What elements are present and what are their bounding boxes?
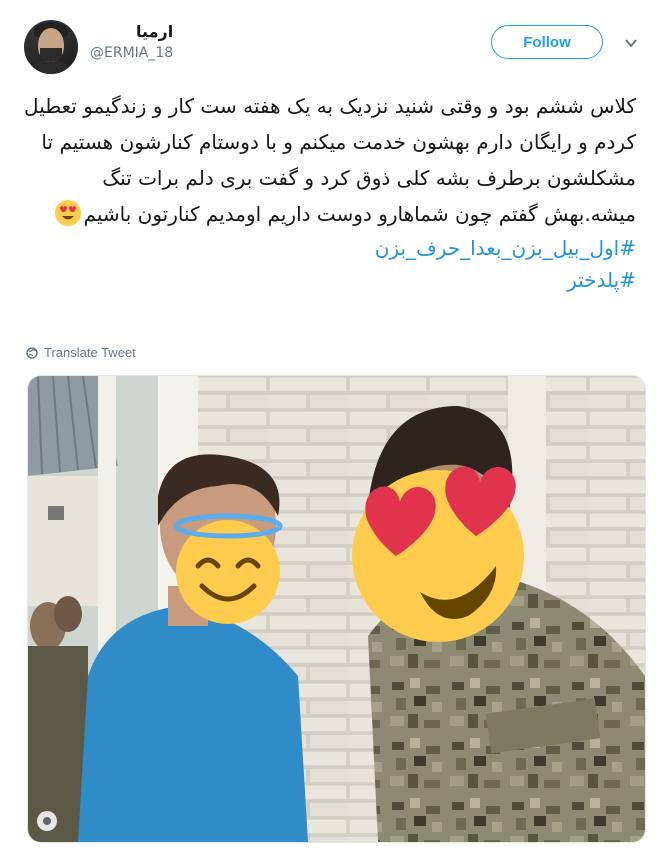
tweet-text-content: کلاس ششم بود و وقتی شنید نزدیک به یک هفت…	[24, 94, 636, 226]
globe-icon	[26, 346, 38, 359]
tweet-body: کلاس ششم بود و وقتی شنید نزدیک به یک هفت…	[24, 88, 636, 296]
heart-eyes-emoji-icon	[54, 200, 81, 226]
follow-button[interactable]: Follow	[491, 25, 603, 59]
tweet-photo[interactable]	[27, 375, 646, 843]
translate-tweet-link[interactable]: Translate Tweet	[26, 345, 136, 360]
user-names[interactable]: ارمیا @ERMIA_18	[90, 22, 173, 61]
translate-tweet-label: Translate Tweet	[44, 345, 136, 360]
display-name[interactable]: ارمیا	[90, 22, 173, 41]
tweet-header: ارمیا @ERMIA_18 Follow	[24, 20, 644, 76]
tweet-text: کلاس ششم بود و وقتی شنید نزدیک به یک هفت…	[24, 88, 636, 232]
hashtag-link-2[interactable]: #پلدختر	[24, 264, 636, 296]
photo-image	[28, 376, 645, 842]
chevron-down-icon[interactable]	[624, 36, 638, 50]
hashtag-link-1[interactable]: #اول_بیل_بزن_بعدا_حرف_بزن	[24, 232, 636, 264]
user-handle[interactable]: @ERMIA_18	[90, 45, 173, 61]
avatar[interactable]	[24, 20, 78, 74]
